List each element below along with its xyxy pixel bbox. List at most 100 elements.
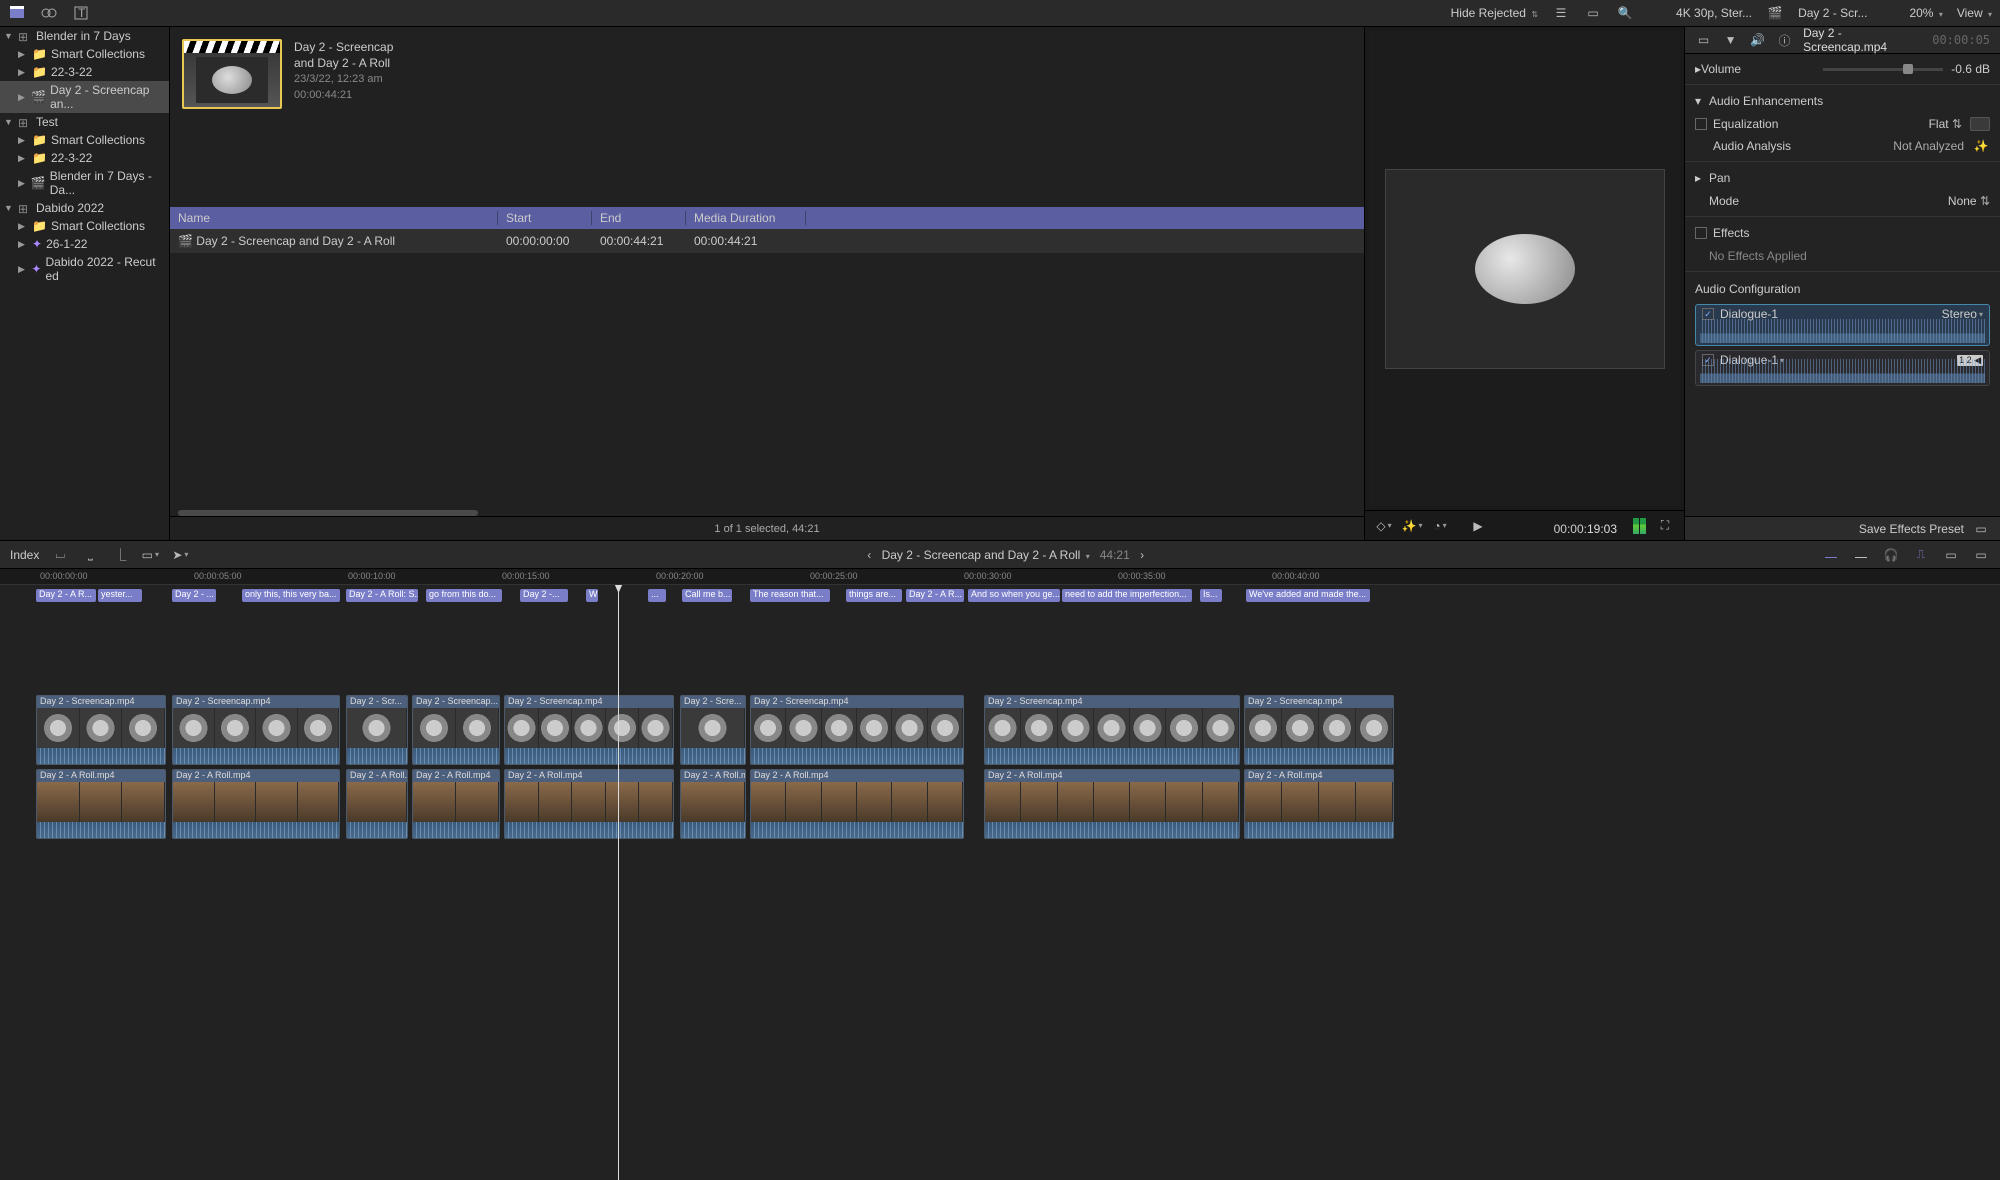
viewer-canvas[interactable] [1369,31,1680,506]
timeline-title[interactable]: Day 2 - Screencap and Day 2 - A Roll [882,548,1081,562]
sidebar-item[interactable]: ▶🎬Day 2 - Screencap an... [0,81,169,113]
clip-appearance-icon[interactable]: ▭ [1972,546,1990,564]
sidebar-item[interactable]: ▼Blender in 7 Days [0,27,169,45]
hide-rejected-dropdown[interactable]: Hide Rejected ⇅ [1451,6,1538,20]
sidebar-item[interactable]: ▶📁22-3-22 [0,63,169,81]
caption-clip[interactable]: The reason that... [750,589,830,602]
mode-value[interactable]: None ⇅ [1948,194,1990,208]
timeline-clip[interactable]: Day 2 - Screencap... [412,695,500,765]
library-icon[interactable] [8,4,26,22]
view-dropdown[interactable]: View ▾ [1957,6,1992,20]
caption-clip[interactable]: things are... [846,589,902,602]
timeline-clip[interactable]: Day 2 - Screencap.mp4 [1244,695,1394,765]
list-view-icon[interactable]: ▭ [1584,4,1602,22]
timeline-ruler[interactable]: 00:00:00:0000:00:05:0000:00:10:0000:00:1… [0,569,2000,585]
enhance-icon[interactable]: ✨▾ [1403,517,1421,535]
position-icon[interactable]: ⎵ [81,546,99,564]
photos-icon[interactable] [40,4,58,22]
playhead[interactable] [618,585,619,1180]
search-icon[interactable]: 🔍 [1616,4,1634,22]
sidebar-item[interactable]: ▶✦26-1-22 [0,235,169,253]
eq-checkbox[interactable] [1695,118,1707,130]
select-tool-icon[interactable]: ➤▾ [171,546,189,564]
solo-icon[interactable]: 🎧 [1882,546,1900,564]
retime-icon[interactable]: ◔▾ [1431,517,1449,535]
titles-icon[interactable]: T [72,4,90,22]
sidebar-item[interactable]: ▶✦Dabido 2022 - Recut ed [0,253,169,285]
list-row[interactable]: 🎬 Day 2 - Screencap and Day 2 - A Roll 0… [170,229,1364,253]
history-fwd-icon[interactable]: › [1133,546,1151,564]
list-header[interactable]: Name Start End Media Duration [170,207,1364,229]
caption-clip[interactable]: We've added and made the... [1246,589,1370,602]
timeline-clip[interactable]: Day 2 - A Roll.mp4 [504,769,674,839]
play-icon[interactable]: ▶ [1469,517,1487,535]
index-button[interactable]: Index [10,548,39,562]
zoom-dropdown[interactable]: 20% ▾ [1909,6,1942,20]
audio-track-2[interactable]: Dialogue-1 ▾ 1 2 ◀ [1695,350,1990,386]
snap-icon[interactable]: ⎍ [1912,546,1930,564]
sidebar-item[interactable]: ▶📁22-3-22 [0,149,169,167]
project-name-dropdown[interactable]: Day 2 - Scr... [1798,6,1867,20]
timeline-clip[interactable]: Day 2 - A Roll.mp4 [346,769,408,839]
color-tab-icon[interactable]: ▼ [1722,31,1739,49]
audio-tab-icon[interactable]: 🔊 [1749,31,1766,49]
sidebar-item[interactable]: ▼Test [0,113,169,131]
save-preset-button[interactable]: Save Effects Preset ▭ [1685,516,2000,540]
audio-track-1[interactable]: Dialogue-1 Stereo ▾ [1695,304,1990,346]
eq-reset[interactable] [1970,117,1990,131]
timeline-clip[interactable]: Day 2 - Screencap.mp4 [504,695,674,765]
caption-clip[interactable]: need to add the imperfection... [1062,589,1192,602]
timeline-clip[interactable]: Day 2 - Scr... [346,695,408,765]
caption-clip[interactable]: Day 2 - ... [172,589,216,602]
tools-icon[interactable]: ▭▾ [141,546,159,564]
zoom-fit-icon[interactable]: ▭ [1942,546,1960,564]
sidebar-item[interactable]: ▶📁Smart Collections [0,131,169,149]
caption-clip[interactable]: Day 2 -... [520,589,568,602]
timeline-clip[interactable]: Day 2 - A Roll.mp4 [412,769,500,839]
ruler-tick: 00:00:30:00 [964,571,1012,581]
timeline-clip[interactable]: Day 2 - Screencap.mp4 [36,695,166,765]
caption-clip[interactable]: go from this do... [426,589,502,602]
caption-clip[interactable]: W [586,589,598,602]
transform-icon[interactable]: ◇▾ [1375,517,1393,535]
caption-clip[interactable]: Is... [1200,589,1222,602]
caption-clip[interactable]: And so when you ge... [968,589,1060,602]
timeline-tracks[interactable]: Day 2 - A R...yester...Day 2 - ...only t… [0,585,2000,1180]
sidebar-item[interactable]: ▶🎬Blender in 7 Days - Da... [0,167,169,199]
caption-clip[interactable]: yester... [98,589,142,602]
sidebar-item[interactable]: ▶📁Smart Collections [0,45,169,63]
trim-icon[interactable]: ⌴ [51,546,69,564]
timeline-clip[interactable]: Day 2 - Screencap.mp4 [172,695,340,765]
analyze-icon[interactable]: ✨ [1972,137,1990,155]
timeline-clip[interactable]: Day 2 - Scre... [680,695,746,765]
timeline-clip[interactable]: Day 2 - Screencap.mp4 [750,695,964,765]
eq-value[interactable]: Flat ⇅ [1929,117,1962,131]
caption-clip[interactable]: only this, this very ba... [242,589,340,602]
sidebar-item[interactable]: ▶📁Smart Collections [0,217,169,235]
eq-label: Equalization [1713,117,1929,131]
timeline-clip[interactable]: Day 2 - A Roll.mp4 [1244,769,1394,839]
timeline-clip[interactable]: Day 2 - Screencap.mp4 [984,695,1240,765]
timeline-clip[interactable]: Day 2 - A Roll.mp4 [750,769,964,839]
caption-clip[interactable]: Day 2 - A Roll: S... [346,589,418,602]
caption-clip[interactable]: Call me b... [682,589,732,602]
info-tab-icon[interactable]: ⓘ [1776,31,1793,49]
caption-clip[interactable]: ... [648,589,666,602]
history-back-icon[interactable]: ‹ [860,546,878,564]
caption-clip[interactable]: Day 2 - A R... [36,589,96,602]
caption-clip[interactable]: Day 2 - A R... [906,589,964,602]
audio-skim-icon[interactable]: ⎼ [1852,546,1870,564]
connect-icon[interactable]: ⎿ [111,546,129,564]
timeline-clip[interactable]: Day 2 - A Roll.mp4 [984,769,1240,839]
video-tab-icon[interactable]: ▭ [1695,31,1712,49]
sidebar-item[interactable]: ▼Dabido 2022 [0,199,169,217]
timeline-clip[interactable]: Day 2 - A Roll.mp4 [172,769,340,839]
effects-checkbox[interactable] [1695,227,1707,239]
skimming-icon[interactable]: ⎼ [1822,546,1840,564]
timeline-clip[interactable]: Day 2 - A Roll.mp4 [680,769,746,839]
clip-view-icon[interactable]: ☰ [1552,4,1570,22]
volume-slider[interactable] [1823,68,1943,71]
project-thumbnail[interactable] [182,39,282,109]
timeline-clip[interactable]: Day 2 - A Roll.mp4 [36,769,166,839]
fullscreen-icon[interactable]: ⛶ [1656,517,1674,535]
